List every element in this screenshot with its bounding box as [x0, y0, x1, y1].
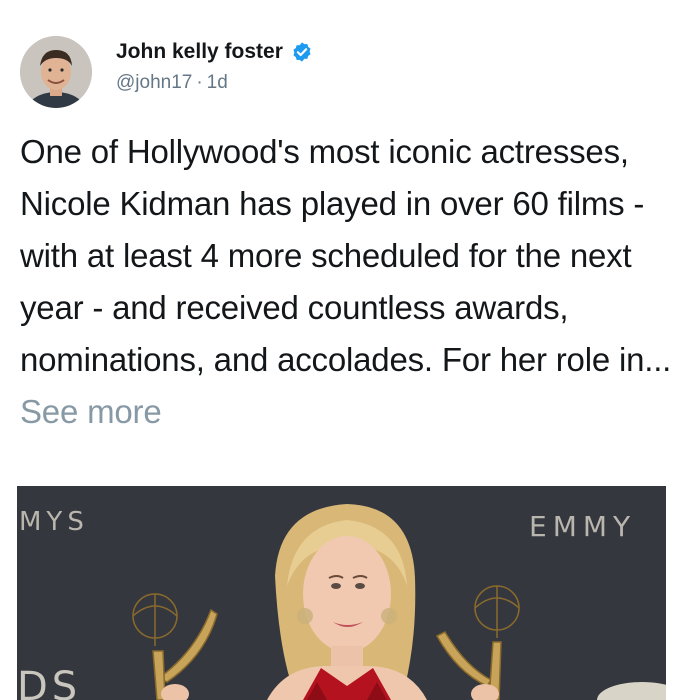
user-info: John kelly foster @john17 · 1d [116, 38, 313, 94]
user-avatar-photo-icon [20, 36, 92, 108]
backdrop-right-text: EMMY [529, 510, 636, 543]
handle[interactable]: @john17 [116, 72, 192, 93]
meta-separator: · [196, 72, 203, 93]
verified-badge-icon [291, 41, 313, 63]
tweet-header: John kelly foster @john17 · 1d [20, 36, 680, 116]
media-photo: MYS EMMY DS [17, 486, 666, 700]
timestamp[interactable]: 1d [207, 72, 228, 93]
name-row: John kelly foster [116, 38, 313, 66]
avatar[interactable] [20, 36, 92, 108]
display-name[interactable]: John kelly foster [116, 40, 283, 64]
see-more-link[interactable]: See more [20, 393, 162, 430]
tweet-text: One of Hollywood's most iconic actresses… [20, 126, 680, 438]
backdrop-left-text: MYS [19, 507, 89, 537]
tweet-body: One of Hollywood's most iconic actresses… [20, 133, 672, 378]
tweet-media[interactable]: MYS EMMY DS [17, 486, 666, 700]
meta-row: @john17 · 1d [116, 72, 313, 94]
backdrop-bottom-left-text: DS [17, 664, 81, 700]
